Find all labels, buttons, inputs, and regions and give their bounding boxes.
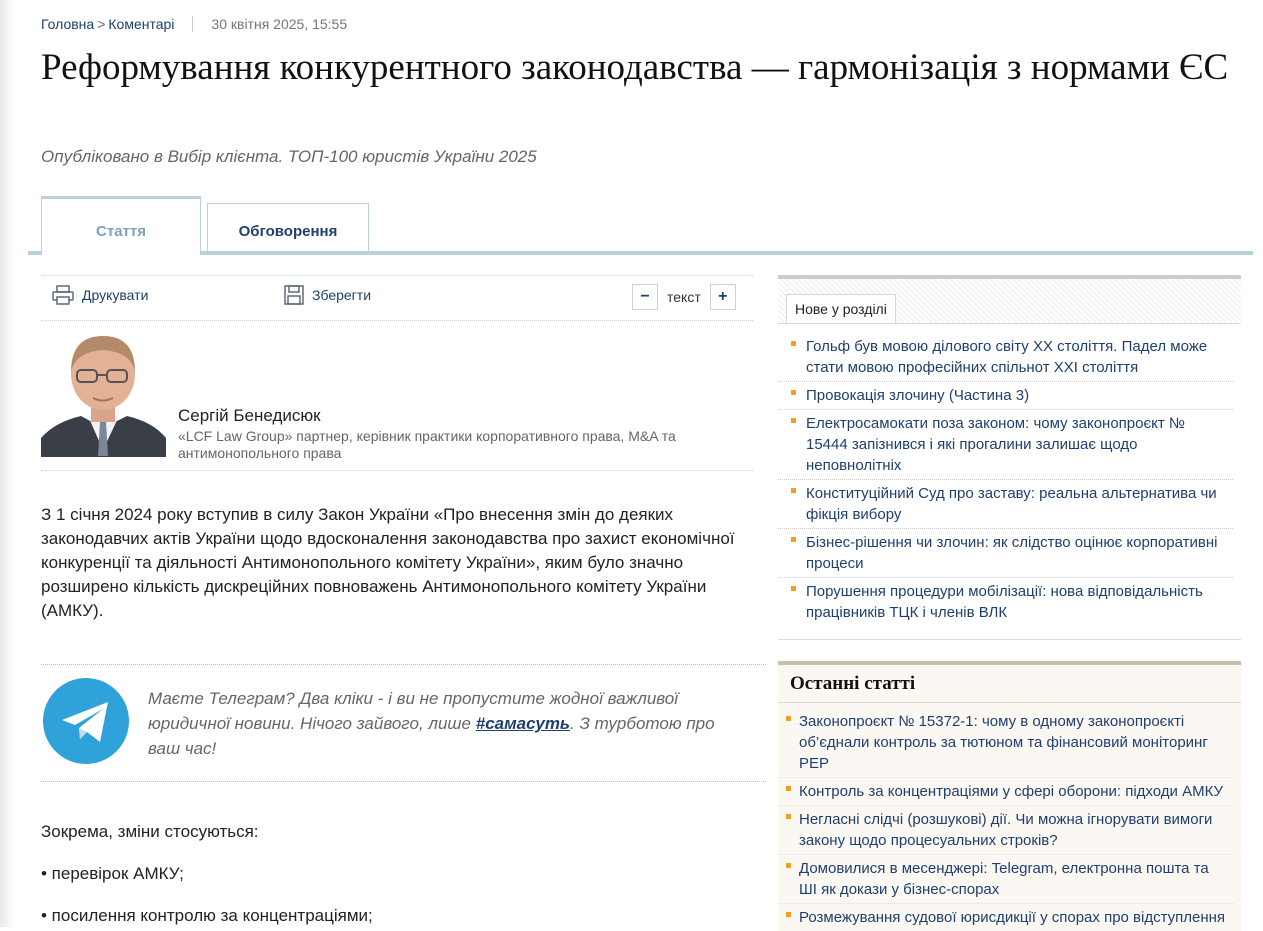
author-block: Сергій Бенедисюк «LCF Law Group» партнер… xyxy=(41,330,753,471)
breadcrumb-home-link[interactable]: Головна xyxy=(41,16,94,32)
latest-articles-divider xyxy=(778,702,1241,703)
published-in: Опубліковано в Вибір клієнта. ТОП-100 юр… xyxy=(41,147,537,166)
save-button[interactable]: Зберегти xyxy=(284,285,371,305)
article-date: 30 квітня 2025, 15:55 xyxy=(211,16,348,32)
article-intro: З 1 січня 2024 року вступив в силу Закон… xyxy=(41,505,735,620)
news-link[interactable]: Електросамокати поза законом: чому закон… xyxy=(806,415,1185,474)
list-item[interactable]: Законопроєкт № 15372-1: чому в одному за… xyxy=(778,708,1233,778)
bullet-icon xyxy=(786,786,791,791)
bullet-icon xyxy=(791,488,796,493)
tab-discussion[interactable]: Обговорення xyxy=(207,203,369,251)
text-size-label: текст xyxy=(667,289,701,305)
tab-new-in-section[interactable]: Нове у розділі xyxy=(786,294,896,323)
floppy-disk-icon xyxy=(284,285,304,305)
news-link[interactable]: Законопроєкт № 15372-1: чому в одному за… xyxy=(799,713,1208,772)
bullet-icon xyxy=(786,863,791,868)
telegram-logo[interactable] xyxy=(43,678,129,764)
article-list-item: • посилення контролю за концентраціями; xyxy=(41,906,373,925)
tabs-underline xyxy=(28,251,1253,255)
bullet-icon xyxy=(786,716,791,721)
telegram-promo-text: Маєте Телеграм? Два кліки - і ви не проп… xyxy=(148,686,748,761)
article-toolbar: Друкувати Зберегти − текст + xyxy=(41,275,753,321)
article-paragraph: Зокрема, зміни стосуються: xyxy=(41,822,259,841)
breadcrumb-divider xyxy=(192,16,194,32)
telegram-icon xyxy=(62,702,108,742)
breadcrumb-section-link[interactable]: Коментарі xyxy=(108,16,174,32)
save-label: Зберегти xyxy=(312,287,372,303)
sidebar-new-in-section: Нове у розділі Гольф був мовою ділового … xyxy=(778,275,1241,640)
news-link[interactable]: Конституційний Суд про заставу: реальна … xyxy=(806,485,1217,523)
printer-icon xyxy=(52,285,74,305)
bullet-icon xyxy=(791,586,796,591)
bullet-icon xyxy=(791,418,796,423)
news-link[interactable]: Бізнес-рішення чи злочин: як слідство оц… xyxy=(806,534,1217,572)
author-portrait xyxy=(41,336,166,457)
tab-article[interactable]: Стаття xyxy=(41,196,201,255)
list-item[interactable]: Порушення процедури мобілізації: нова ві… xyxy=(778,578,1233,626)
list-item[interactable]: Контроль за концентраціями у сфері оборо… xyxy=(778,778,1233,806)
list-item[interactable]: Електросамокати поза законом: чому закон… xyxy=(778,410,1233,480)
bullet-icon xyxy=(791,390,796,395)
news-link[interactable]: Провокація злочину (Частина 3) xyxy=(806,387,1029,404)
list-item[interactable]: Бізнес-рішення чи злочин: як слідство оц… xyxy=(778,529,1233,578)
list-item[interactable]: Гольф був мовою ділового світу ХХ століт… xyxy=(778,333,1233,382)
print-button[interactable]: Друкувати xyxy=(52,285,148,305)
increase-text-button[interactable]: + xyxy=(709,284,736,310)
telegram-hashtag-link[interactable]: #самасуть xyxy=(476,714,570,733)
sidebar-latest-articles: Останні статті Законопроєкт № 15372-1: ч… xyxy=(778,661,1241,931)
telegram-promo: Маєте Телеграм? Два кліки - і ви не проп… xyxy=(41,664,766,782)
author-photo xyxy=(41,330,166,457)
author-role: «LCF Law Group» партнер, керівник практи… xyxy=(178,428,676,461)
author-name: Сергій Бенедисюк xyxy=(178,406,321,425)
list-item[interactable]: Конституційний Суд про заставу: реальна … xyxy=(778,480,1233,529)
latest-articles-list: Законопроєкт № 15372-1: чому в одному за… xyxy=(778,708,1233,931)
news-link[interactable]: Негласні слідчі (розшукові) дії. Чи можн… xyxy=(799,811,1212,849)
bullet-icon xyxy=(791,341,796,346)
decrease-text-button[interactable]: − xyxy=(632,284,658,310)
article-list-item: • перевірок АМКУ; xyxy=(41,864,184,883)
bullet-icon xyxy=(791,537,796,542)
page-title: Реформування конкурентного законодавства… xyxy=(41,47,1229,88)
breadcrumb-separator: > xyxy=(97,16,106,32)
bullet-icon xyxy=(786,912,791,917)
print-label: Друкувати xyxy=(82,287,149,303)
latest-articles-title: Останні статті xyxy=(790,673,916,694)
breadcrumb: Головна > Коментарі 30 квітня 2025, 15:5… xyxy=(41,16,347,32)
list-item[interactable]: Негласні слідчі (розшукові) дії. Чи можн… xyxy=(778,806,1233,855)
news-link[interactable]: Розмежування судової юрисдикції у спорах… xyxy=(799,909,1225,926)
list-item[interactable]: Провокація злочину (Частина 3) xyxy=(778,382,1233,410)
news-link[interactable]: Контроль за концентраціями у сфері оборо… xyxy=(799,783,1223,800)
sidebar-tabs-header: Нове у розділі xyxy=(778,279,1241,324)
list-item[interactable]: Домовилися в месенджері: Telegram, елект… xyxy=(778,855,1233,904)
page-left-shadow xyxy=(0,0,14,927)
bullet-icon xyxy=(786,814,791,819)
text-size-control: − текст + xyxy=(632,284,736,310)
new-in-section-list: Гольф був мовою ділового світу ХХ століт… xyxy=(778,333,1233,626)
news-link[interactable]: Порушення процедури мобілізації: нова ві… xyxy=(806,583,1203,621)
news-link[interactable]: Гольф був мовою ділового світу ХХ століт… xyxy=(806,338,1207,376)
news-link[interactable]: Домовилися в месенджері: Telegram, елект… xyxy=(799,860,1209,898)
